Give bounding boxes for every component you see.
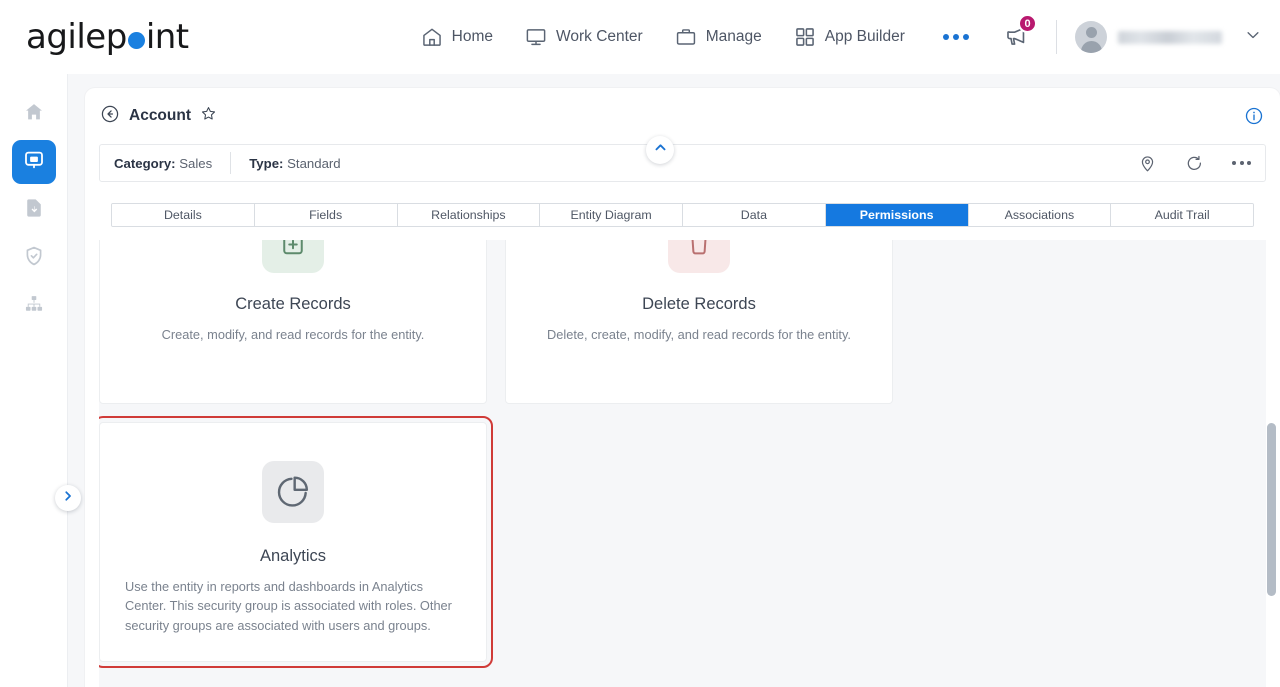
breadcrumb: Account — [85, 88, 1280, 144]
dot-2 — [1239, 161, 1244, 165]
agilepoint-logo[interactable]: agilep int — [26, 17, 189, 57]
logo-text-part2: int — [145, 17, 189, 57]
delete-records-icon — [668, 240, 730, 273]
card-description: Use the entity in reports and dashboards… — [125, 579, 452, 633]
permission-card-delete-records[interactable]: Delete Records Delete, create, modify, a… — [505, 240, 893, 404]
home-icon — [421, 26, 443, 48]
entity-tabs: Details Fields Relationships Entity Diag… — [111, 203, 1254, 227]
header-divider — [1056, 20, 1057, 54]
sidebar-item-security[interactable] — [12, 236, 56, 280]
content-panel: Account Category: Sales Type: Standard D… — [85, 88, 1280, 687]
header-right-group: 0 — [996, 14, 1280, 57]
home-icon — [23, 101, 45, 128]
tab-data[interactable]: Data — [683, 204, 826, 226]
notification-badge: 0 — [1018, 14, 1037, 33]
type-label: Type: — [249, 155, 284, 171]
permissions-scroll-viewport: Create Records Create, modify, and read … — [99, 240, 1266, 687]
back-arrow-icon[interactable] — [100, 104, 120, 129]
pie-chart-icon — [262, 461, 324, 523]
announcements-button[interactable]: 0 — [996, 14, 1037, 57]
org-chart-icon — [23, 293, 45, 320]
left-icon-rail — [0, 74, 68, 687]
tab-relationships[interactable]: Relationships — [397, 204, 541, 226]
sidebar-item-org-chart[interactable] — [12, 284, 56, 328]
chevron-right-icon — [61, 489, 75, 508]
card-title: Delete Records — [642, 295, 756, 313]
nav-item-app-builder-label: App Builder — [824, 28, 905, 45]
main-navigation: Home Work Center Manage App Builder — [421, 26, 969, 48]
sidebar-expand-button[interactable] — [55, 485, 81, 511]
refresh-icon[interactable] — [1185, 154, 1204, 173]
card-description: Delete, create, modify, and read records… — [547, 327, 851, 342]
dot-3 — [962, 34, 969, 40]
username-label — [1118, 30, 1222, 44]
entity-meta-bar: Category: Sales Type: Standard — [99, 144, 1266, 182]
chevron-down-icon[interactable] — [1244, 26, 1262, 49]
category-label: Category: — [114, 155, 176, 171]
nav-item-work-center[interactable]: Work Center — [525, 26, 643, 48]
monitor-icon — [525, 26, 547, 48]
tab-entity-diagram[interactable]: Entity Diagram — [540, 204, 683, 226]
briefcase-icon — [675, 26, 697, 48]
tab-permissions[interactable]: Permissions — [825, 204, 969, 226]
sidebar-item-app-builder[interactable] — [11, 140, 56, 184]
location-pin-icon[interactable] — [1138, 154, 1157, 173]
card-title: Create Records — [235, 295, 351, 313]
tab-details[interactable]: Details — [112, 204, 255, 226]
tab-associations[interactable]: Associations — [968, 204, 1112, 226]
card-title: Analytics — [259, 547, 327, 565]
nav-item-manage[interactable]: Manage — [675, 26, 762, 48]
meta-actions — [1138, 154, 1251, 173]
permission-card-analytics[interactable]: Analytics Use the entity in reports and … — [99, 416, 493, 668]
type-meta: Type: Standard — [249, 156, 340, 171]
dot-1 — [942, 34, 949, 40]
card-description: Create, modify, and read records for the… — [161, 327, 425, 342]
category-value: Sales — [179, 155, 213, 171]
tab-fields[interactable]: Fields — [254, 204, 398, 226]
nav-item-app-builder[interactable]: App Builder — [794, 26, 905, 48]
tab-audit-trail[interactable]: Audit Trail — [1111, 204, 1253, 226]
sidebar-item-home[interactable] — [12, 92, 56, 136]
permission-card-grid: Create Records Create, modify, and read … — [99, 240, 1266, 668]
dot-2 — [952, 34, 959, 40]
chevron-up-icon — [653, 140, 668, 160]
avatar[interactable] — [1075, 21, 1107, 53]
page-title: Account — [129, 107, 191, 124]
nav-item-manage-label: Manage — [705, 28, 762, 45]
header-collapse-button[interactable] — [646, 136, 674, 164]
nav-item-home-label: Home — [451, 28, 493, 45]
logo-dot-icon — [127, 31, 145, 49]
page-body: Account Category: Sales Type: Standard D… — [55, 74, 1280, 687]
sidebar-item-documents[interactable] — [12, 188, 56, 232]
logo-text-part1: agilep — [26, 17, 127, 57]
create-records-icon — [262, 240, 324, 273]
top-header: agilep int Home Work Center Manage App B… — [0, 0, 1280, 74]
document-download-icon — [23, 197, 45, 224]
info-icon[interactable] — [1244, 106, 1264, 131]
dot-3 — [1247, 161, 1251, 165]
nav-item-work-center-label: Work Center — [556, 28, 643, 45]
permission-card-create-records[interactable]: Create Records Create, modify, and read … — [99, 240, 487, 404]
nav-item-home[interactable]: Home — [421, 26, 493, 48]
shield-check-icon — [23, 245, 45, 272]
category-meta: Category: Sales — [114, 156, 212, 171]
favorite-star-icon[interactable] — [200, 105, 217, 127]
nav-more-menu-icon[interactable] — [942, 34, 969, 40]
grid-icon — [794, 26, 816, 48]
meta-divider — [230, 152, 232, 174]
scrollbar-thumb[interactable] — [1267, 423, 1276, 596]
monitor-icon — [22, 148, 46, 177]
type-value: Standard — [287, 155, 341, 171]
dot-1 — [1232, 161, 1236, 165]
meta-more-icon[interactable] — [1232, 161, 1251, 165]
